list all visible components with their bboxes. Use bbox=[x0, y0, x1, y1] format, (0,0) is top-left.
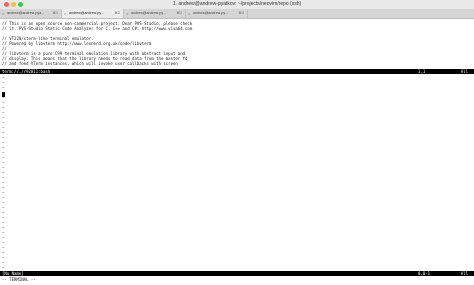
buffer-line: // Powered by libvterm http://www.leoner… bbox=[2, 41, 152, 46]
tab-label: andrew@andrew-pya... bbox=[7, 11, 45, 15]
tab-close-icon[interactable]: × bbox=[64, 9, 66, 18]
empty-line-tilde: ~ bbox=[2, 265, 5, 270]
tab-shortcut: ⌘1 bbox=[52, 11, 58, 15]
tab-label: andrew@andrew-py... bbox=[131, 11, 166, 15]
tab-bar: × andrew@andrew-pya... ⌘1 × andrew@andrew-py… bbox=[0, 9, 474, 19]
tab-close-icon[interactable]: × bbox=[126, 9, 128, 18]
tab-shortcut: ⌘3 bbox=[176, 11, 182, 15]
buffer-line: // and feed VTerm instances, which will … bbox=[2, 61, 178, 66]
tab-close-icon[interactable]: × bbox=[188, 9, 190, 18]
status-line-terminal: term://.//92811:bash 1,1 All bbox=[0, 69, 474, 74]
mode-indicator: -- TERMINAL -- bbox=[2, 277, 36, 282]
status-buffer-name: term://.//92811:bash bbox=[2, 69, 51, 74]
status-buffer-name: [No Name] bbox=[2, 271, 24, 276]
tab-4[interactable]: × andrew@andrew-py... ⌘4 bbox=[186, 9, 248, 18]
buffer-line: // it. PVS-Studio Static Code Analyzer f… bbox=[2, 26, 193, 31]
status-scroll-position: All bbox=[460, 69, 468, 74]
tab-3[interactable]: × andrew@andrew-py... ⌘3 bbox=[124, 9, 186, 18]
tab-shortcut: ⌘2 bbox=[114, 11, 120, 15]
tab-label: andrew@andrew-py... bbox=[69, 11, 104, 15]
tab-bar-empty-space bbox=[248, 9, 474, 18]
status-line-noname: [No Name] 0,0-1 All bbox=[0, 271, 474, 276]
tab-close-icon[interactable]: × bbox=[2, 9, 4, 18]
tab-label: andrew@andrew-py... bbox=[193, 11, 228, 15]
tab-shortcut: ⌘4 bbox=[238, 11, 244, 15]
window-title: 1. andrew@andrew-pyatkov: ~/projects/neo… bbox=[172, 1, 302, 7]
status-cursor-position: 0,0-1 bbox=[418, 271, 431, 276]
tab-2[interactable]: × andrew@andrew-py... ⌘2 bbox=[62, 9, 124, 18]
status-scroll-position: All bbox=[460, 271, 468, 276]
tab-1[interactable]: × andrew@andrew-pya... ⌘1 bbox=[0, 9, 62, 18]
status-cursor-position: 1,1 bbox=[418, 69, 426, 74]
